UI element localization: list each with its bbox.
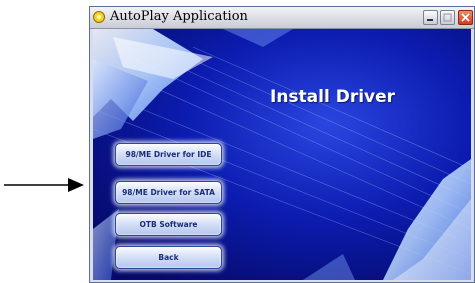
maximize-icon (443, 13, 452, 22)
minimize-icon (427, 19, 433, 21)
page-title: Install Driver (270, 87, 396, 107)
installer-panel: Install Driver 98/ME Driver for IDE 98/M… (93, 29, 471, 280)
close-icon (461, 13, 470, 22)
back-button[interactable]: Back (115, 246, 222, 269)
autoplay-window: AutoPlay Application Install Driver 98/M… (89, 6, 475, 283)
otb-software-button[interactable]: OTB Software (115, 213, 222, 236)
close-button[interactable] (458, 10, 473, 25)
pointer-arrow-icon (4, 178, 84, 192)
window-title: AutoPlay Application (110, 9, 248, 24)
maximize-button[interactable] (440, 10, 455, 25)
title-bar[interactable]: AutoPlay Application (90, 7, 474, 29)
sata-driver-button[interactable]: 98/ME Driver for SATA (115, 181, 222, 204)
autoplay-app-icon (93, 11, 105, 23)
ide-driver-button[interactable]: 98/ME Driver for IDE (115, 143, 222, 166)
minimize-button[interactable] (423, 10, 438, 25)
